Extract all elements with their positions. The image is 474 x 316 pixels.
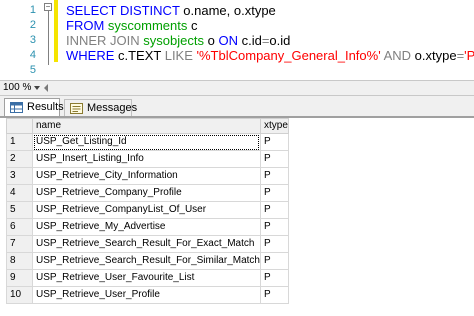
cell-name[interactable]: USP_Retrieve_User_Favourite_List bbox=[32, 269, 261, 287]
code-token: AND bbox=[383, 48, 415, 63]
zoom-bar: 100 % bbox=[0, 80, 474, 96]
table-row[interactable]: 6 USP_Retrieve_My_Advertise P bbox=[6, 218, 289, 236]
table-row[interactable]: 9 USP_Retrieve_User_Favourite_List P bbox=[6, 269, 289, 287]
messages-icon bbox=[70, 103, 83, 114]
cell-name[interactable]: USP_Retrieve_My_Advertise bbox=[32, 218, 261, 236]
code-token: c.id bbox=[241, 33, 262, 48]
code-token: o.xtype bbox=[414, 48, 457, 63]
code-line[interactable]: 5 bbox=[0, 63, 474, 78]
result-tabs: Results Messages bbox=[0, 96, 474, 117]
cell-xtype[interactable]: P bbox=[259, 201, 289, 219]
code-token: INNER JOIN bbox=[66, 33, 144, 48]
code-token: '%TblCompany_General_Info%' bbox=[196, 48, 384, 63]
code-text[interactable]: INNER JOIN sysobjects o ON c.id=o.id bbox=[66, 33, 290, 48]
zoom-level[interactable]: 100 % bbox=[3, 81, 31, 95]
code-line[interactable]: 4 WHERE c.TEXT LIKE '%TblCompany_General_… bbox=[0, 48, 474, 63]
code-token: sysobjects bbox=[143, 33, 208, 48]
column-header-xtype[interactable]: xtype bbox=[259, 118, 289, 134]
row-number[interactable]: 8 bbox=[6, 252, 33, 270]
code-token: c bbox=[190, 18, 198, 33]
zoom-dropdown-icon[interactable] bbox=[34, 86, 40, 90]
cell-name[interactable]: USP_Retrieve_Search_Result_For_Similar_M… bbox=[32, 252, 261, 270]
code-token: syscomments bbox=[107, 18, 191, 33]
tab-results-label: Results bbox=[27, 101, 64, 113]
line-number: 1 bbox=[29, 4, 36, 16]
code-text[interactable]: SELECT DISTINCT o.name, o.xtype bbox=[66, 3, 276, 18]
row-number[interactable]: 4 bbox=[6, 184, 33, 202]
column-header-name[interactable]: name bbox=[32, 118, 261, 134]
table-row[interactable]: 10 USP_Retrieve_User_Profile P bbox=[6, 286, 289, 304]
results-table: name xtype 1 USP_Get_Listing_Id P 2 USP_Inse… bbox=[6, 118, 289, 304]
cell-xtype[interactable]: P bbox=[259, 150, 289, 168]
code-line[interactable]: 2 FROM syscomments c bbox=[0, 18, 474, 33]
header-row: name xtype bbox=[6, 118, 289, 134]
code-token: FROM bbox=[66, 18, 108, 33]
code-text[interactable]: FROM syscomments c bbox=[66, 18, 197, 33]
cell-name[interactable]: USP_Retrieve_CompanyList_Of_User bbox=[32, 201, 261, 219]
cell-xtype[interactable]: P bbox=[259, 235, 289, 253]
results-grid: name xtype 1 USP_Get_Listing_Id P 2 USP_Inse… bbox=[0, 117, 474, 316]
cell-xtype[interactable]: P bbox=[259, 269, 289, 287]
table-row[interactable]: 3 USP_Retrieve_City_Information P bbox=[6, 167, 289, 185]
table-row[interactable]: 7 USP_Retrieve_Search_Result_For_Exact_Ma… bbox=[6, 235, 289, 253]
grid-icon bbox=[10, 102, 23, 113]
code-token: c.TEXT bbox=[118, 48, 165, 63]
code-text[interactable]: WHERE c.TEXT LIKE '%TblCompany_General_I… bbox=[66, 48, 474, 63]
cell-xtype[interactable]: P bbox=[259, 167, 289, 185]
row-number[interactable]: 1 bbox=[6, 133, 33, 151]
table-row[interactable]: 1 USP_Get_Listing_Id P bbox=[6, 133, 289, 151]
cell-name[interactable]: USP_Retrieve_Company_Profile bbox=[32, 184, 261, 202]
cell-name[interactable]: USP_Insert_Listing_Info bbox=[32, 150, 261, 168]
scroll-left-icon[interactable] bbox=[44, 84, 48, 92]
cell-xtype[interactable]: P bbox=[259, 252, 289, 270]
code-token: o.id bbox=[269, 33, 291, 48]
row-number[interactable]: 2 bbox=[6, 150, 33, 168]
row-number[interactable]: 3 bbox=[6, 167, 33, 185]
code-token: SELECT DISTINCT bbox=[66, 3, 184, 18]
table-row[interactable]: 4 USP_Retrieve_Company_Profile P bbox=[6, 184, 289, 202]
select-all-corner[interactable] bbox=[6, 118, 33, 134]
cell-name[interactable]: USP_Retrieve_User_Profile bbox=[32, 286, 261, 304]
cell-xtype[interactable]: P bbox=[259, 286, 289, 304]
row-number[interactable]: 7 bbox=[6, 235, 33, 253]
line-number: 4 bbox=[29, 49, 36, 61]
line-number: 5 bbox=[29, 64, 36, 76]
code-token: o bbox=[207, 33, 219, 48]
code-token: 'P' bbox=[464, 48, 474, 63]
tab-results[interactable]: Results bbox=[4, 98, 64, 116]
row-number[interactable]: 6 bbox=[6, 218, 33, 236]
row-number[interactable]: 5 bbox=[6, 201, 33, 219]
cell-xtype[interactable]: P bbox=[259, 133, 289, 151]
cell-name[interactable]: USP_Retrieve_Search_Result_For_Exact_Mat… bbox=[32, 235, 261, 253]
code-line[interactable]: 3 INNER JOIN sysobjects o ON c.id=o.id bbox=[0, 33, 474, 48]
line-number: 3 bbox=[29, 34, 36, 46]
row-number[interactable]: 9 bbox=[6, 269, 33, 287]
query-editor[interactable]: − 1 SELECT DISTINCT o.name, o.xtype 2 FROM … bbox=[0, 0, 474, 78]
code-token: WHERE bbox=[66, 48, 118, 63]
tab-messages-label: Messages bbox=[87, 102, 138, 114]
code-token: LIKE bbox=[164, 48, 197, 63]
cell-xtype[interactable]: P bbox=[259, 184, 289, 202]
table-row[interactable]: 2 USP_Insert_Listing_Info P bbox=[6, 150, 289, 168]
cell-name[interactable]: USP_Get_Listing_Id bbox=[32, 133, 261, 151]
tab-messages[interactable]: Messages bbox=[64, 99, 137, 116]
table-row[interactable]: 5 USP_Retrieve_CompanyList_Of_User P bbox=[6, 201, 289, 219]
cell-xtype[interactable]: P bbox=[259, 218, 289, 236]
code-token: ON bbox=[218, 33, 242, 48]
table-row[interactable]: 8 USP_Retrieve_Search_Result_For_Similar_… bbox=[6, 252, 289, 270]
cell-name[interactable]: USP_Retrieve_City_Information bbox=[32, 167, 261, 185]
code-token: o.name, o.xtype bbox=[183, 3, 276, 18]
row-number[interactable]: 10 bbox=[6, 286, 33, 304]
code-line[interactable]: 1 SELECT DISTINCT o.name, o.xtype bbox=[0, 3, 474, 18]
line-number: 2 bbox=[29, 19, 36, 31]
